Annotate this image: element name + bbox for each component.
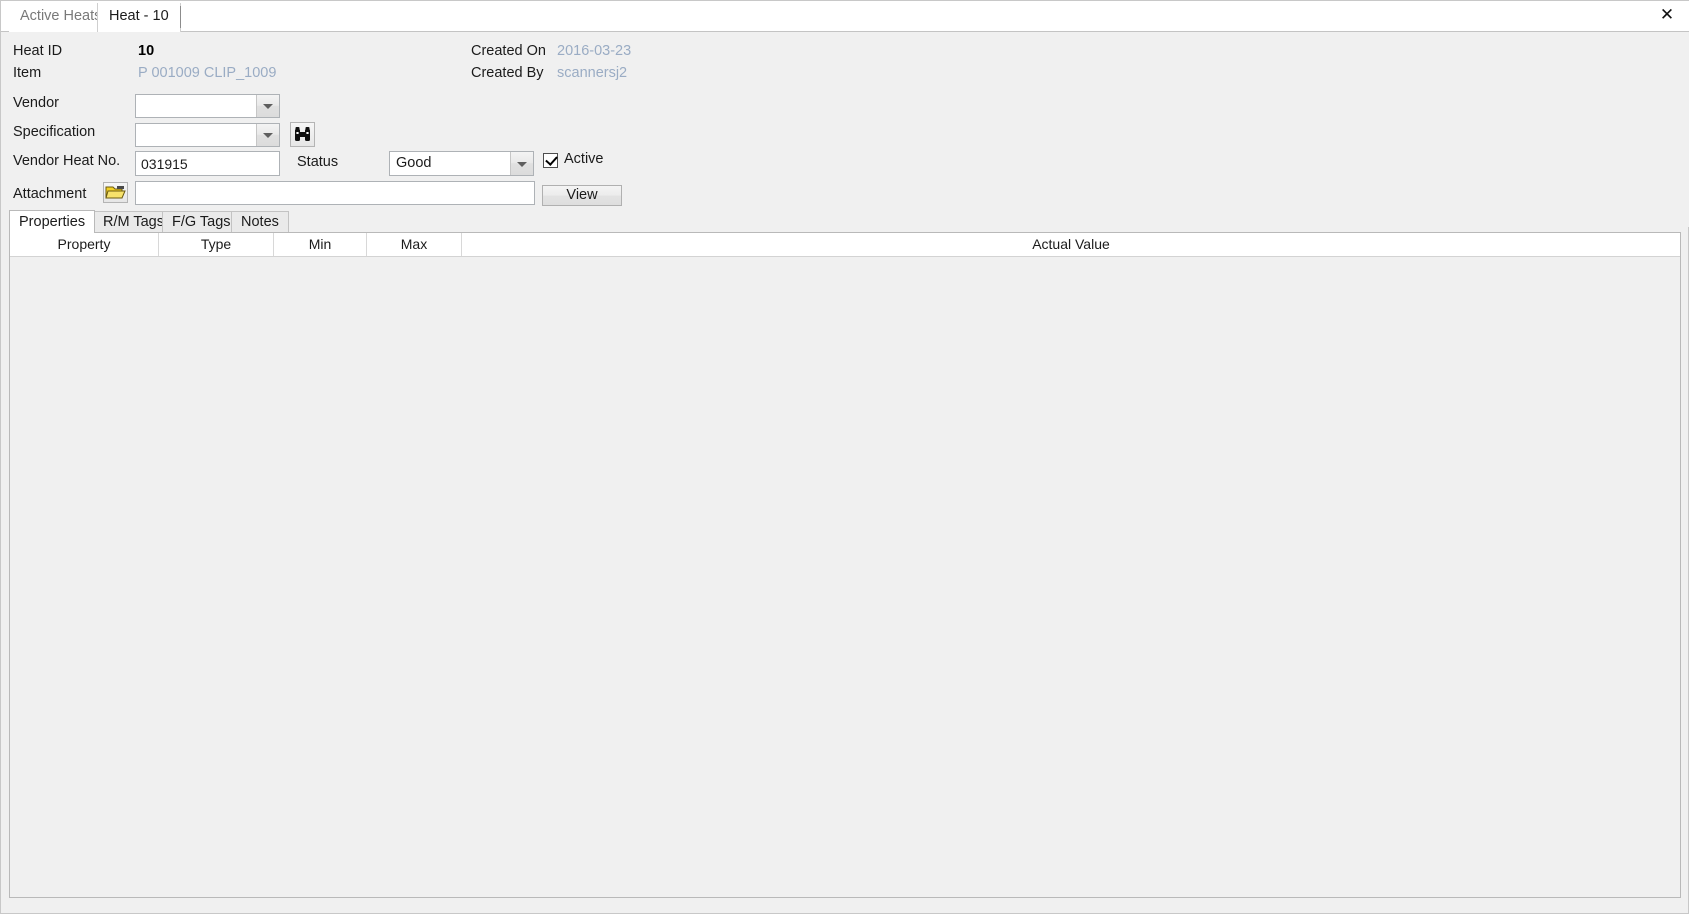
attachment-label: Attachment	[13, 186, 87, 202]
status-dropdown[interactable]: Good	[389, 151, 534, 176]
vendor-heat-no-label: Vendor Heat No.	[13, 153, 121, 169]
open-folder-icon	[105, 186, 126, 199]
close-icon[interactable]: ✕	[1656, 4, 1678, 26]
tab-fg-tags-label: F/G Tags	[172, 214, 231, 230]
grid-column-max[interactable]: Max	[367, 233, 462, 256]
tab-heat-10-label: Heat - 10	[109, 8, 169, 24]
active-checkbox-label: Active	[564, 151, 604, 167]
grid-column-type[interactable]: Type	[159, 233, 274, 256]
grid-column-min[interactable]: Min	[274, 233, 367, 256]
checkmark-icon	[543, 153, 558, 168]
specification-label: Specification	[13, 124, 96, 140]
grid-header-row: Property Type Min Max Actual Value	[10, 233, 1680, 257]
grid-column-actual-value[interactable]: Actual Value	[462, 233, 1680, 256]
tab-properties[interactable]: Properties	[9, 210, 96, 233]
specification-search-button[interactable]	[290, 122, 315, 147]
vendor-label: Vendor	[13, 95, 59, 111]
heat-form: Heat ID 10 Item P 001009 CLIP_1009 Creat…	[1, 32, 1689, 227]
properties-grid: Property Type Min Max Actual Value	[9, 232, 1681, 898]
created-on-label: Created On	[471, 43, 546, 59]
tab-notes[interactable]: Notes	[231, 211, 289, 232]
document-tab-strip: Active Heats Heat - 10 ✕	[1, 1, 1689, 32]
created-by-value: scannersj2	[557, 65, 628, 81]
attachment-path-input[interactable]	[135, 181, 535, 205]
tab-heat-10[interactable]: Heat - 10	[97, 3, 181, 32]
vendor-heat-no-input[interactable]	[135, 151, 280, 176]
status-label: Status	[297, 154, 339, 170]
created-on-value: 2016-03-23	[557, 43, 632, 59]
binoculars-icon	[295, 127, 310, 141]
created-by-label: Created By	[471, 65, 544, 81]
grid-body	[10, 257, 1680, 897]
heat-id-label: Heat ID	[13, 43, 63, 59]
tab-rm-tags-label: R/M Tags	[103, 214, 164, 230]
tab-notes-label: Notes	[241, 214, 279, 230]
heat-detail-window: Active Heats Heat - 10 ✕ Heat ID 10 Item…	[0, 0, 1689, 914]
item-value: P 001009 CLIP_1009	[138, 65, 277, 81]
status-dropdown-value: Good	[396, 155, 432, 171]
grid-column-property[interactable]: Property	[10, 233, 159, 256]
tab-properties-label: Properties	[19, 214, 86, 230]
detail-tab-strip: Properties R/M Tags F/G Tags Notes	[9, 210, 1681, 233]
chevron-down-icon[interactable]	[256, 95, 279, 117]
vendor-dropdown[interactable]	[135, 94, 280, 118]
item-label: Item	[13, 65, 42, 81]
tab-fg-tags[interactable]: F/G Tags	[162, 211, 241, 232]
heat-id-value: 10	[138, 43, 155, 59]
view-button[interactable]: View	[542, 185, 622, 206]
specification-dropdown[interactable]	[135, 123, 280, 147]
tab-active-heats-label: Active Heats	[20, 8, 102, 24]
chevron-down-icon[interactable]	[510, 152, 533, 175]
attachment-browse-button[interactable]	[103, 182, 128, 203]
chevron-down-icon[interactable]	[256, 124, 279, 146]
